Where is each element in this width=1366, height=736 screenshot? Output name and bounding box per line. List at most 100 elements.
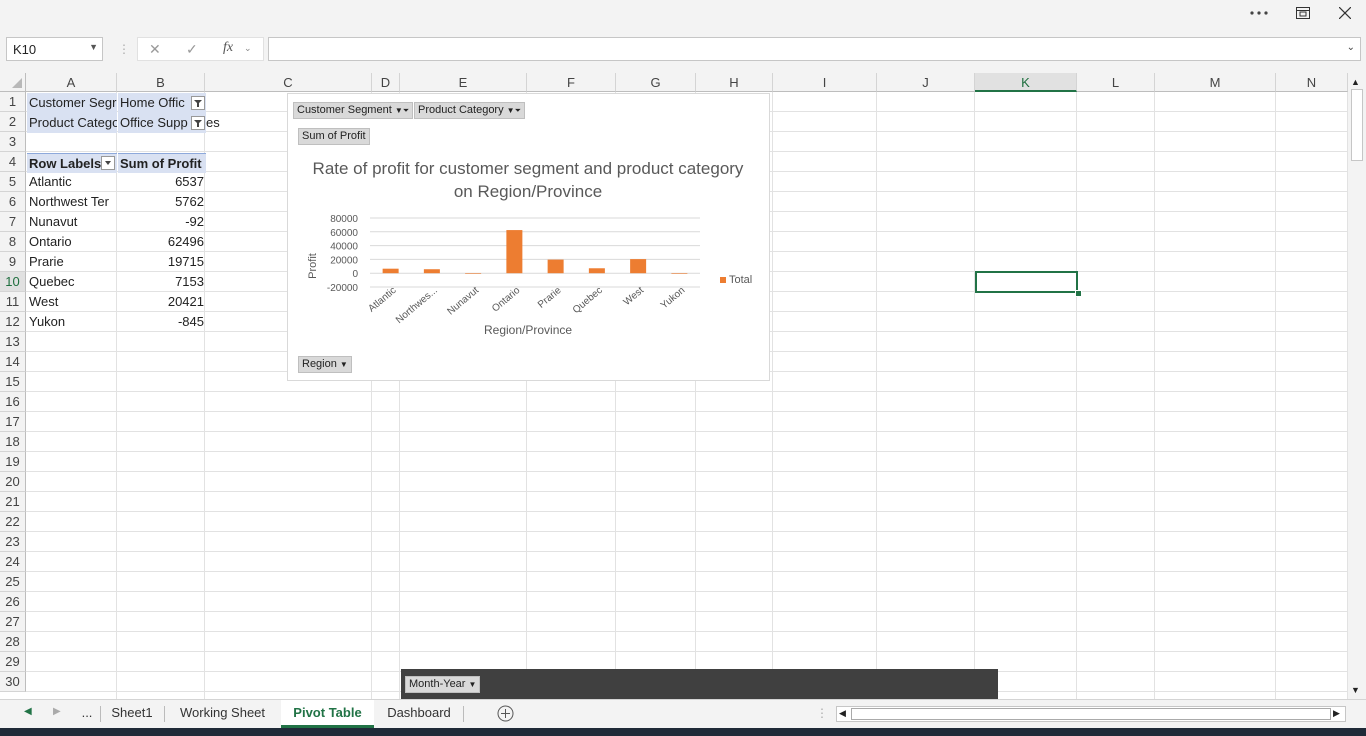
name-box[interactable]: K10 ▼ [6,37,103,61]
row-header-27[interactable]: 27 [0,612,26,632]
row-header-2[interactable]: 2 [0,112,26,132]
select-all-corner[interactable] [0,73,26,92]
row-header-8[interactable]: 8 [0,232,26,252]
row-header-16[interactable]: 16 [0,392,26,412]
row-header-29[interactable]: 29 [0,652,26,672]
row-header-14[interactable]: 14 [0,352,26,372]
restore-icon[interactable] [1283,0,1323,25]
scroll-down-icon[interactable]: ▼ [1351,685,1360,695]
column-header-m[interactable]: M [1155,73,1276,92]
chevron-down-icon[interactable]: ⌄ [244,43,252,54]
tab-sheet1[interactable]: Sheet1 [101,700,163,728]
column-header-b[interactable]: B [117,73,205,92]
scroll-up-icon[interactable]: ▲ [1351,77,1360,87]
column-header-j[interactable]: J [877,73,975,92]
filter-icon[interactable] [191,96,205,110]
add-sheet-icon[interactable] [497,705,514,727]
column-header-n[interactable]: N [1276,73,1348,92]
expand-formula-icon[interactable]: ⌄ [1347,42,1355,53]
enter-icon[interactable]: ✓ [186,41,198,58]
row-header-24[interactable]: 24 [0,552,26,572]
month-year-filter[interactable]: Month-Year ▼ [405,676,481,693]
filter-icon[interactable]: ▼⏷ [507,106,521,115]
row-header-20[interactable]: 20 [0,472,26,492]
column-header-f[interactable]: F [527,73,616,92]
pivot-row-value[interactable]: 7153 [118,272,206,292]
column-header-a[interactable]: A [26,73,117,92]
row-labels-dropdown-icon[interactable] [101,156,115,170]
column-header-e[interactable]: E [400,73,527,92]
row-header-15[interactable]: 15 [0,372,26,392]
pivot-row-label[interactable]: Ontario [27,232,117,252]
row-header-12[interactable]: 12 [0,312,26,332]
column-header-i[interactable]: I [773,73,877,92]
row-header-26[interactable]: 26 [0,592,26,612]
pivot-row-label[interactable]: Yukon [27,312,117,332]
row-header-18[interactable]: 18 [0,432,26,452]
tab-working-sheet[interactable]: Working Sheet [165,700,280,728]
pivot-chart[interactable]: Customer Segment ▼⏷ Product Category ▼⏷ … [287,93,770,381]
h-scroll-thumb[interactable] [851,708,1331,720]
row-header-19[interactable]: 19 [0,452,26,472]
pivot-row-label[interactable]: Atlantic [27,172,117,192]
formula-input[interactable]: ⌄ [268,37,1361,61]
column-header-c[interactable]: C [205,73,372,92]
column-header-l[interactable]: L [1077,73,1155,92]
pivot-row-label[interactable]: West [27,292,117,312]
pivot-row-value[interactable]: 62496 [118,232,206,252]
pivot-row-value[interactable]: -845 [118,312,206,332]
row-header-6[interactable]: 6 [0,192,26,212]
row-header-22[interactable]: 22 [0,512,26,532]
row-header-30[interactable]: 30 [0,672,26,692]
row-header-3[interactable]: 3 [0,132,26,152]
fill-handle[interactable] [1075,290,1082,297]
chart-filter-customer-segment[interactable]: Customer Segment ▼⏷ [293,102,414,119]
insert-function-icon[interactable]: fx [223,40,233,56]
pivot-row-value[interactable]: 5762 [118,192,206,212]
pivot-row-label[interactable]: Quebec [27,272,117,292]
tab-scroll-right-icon[interactable]: ▶ [53,706,61,717]
scroll-left-icon[interactable]: ◀ [839,708,846,719]
chart-filter-product-category[interactable]: Product Category ▼⏷ [414,102,525,119]
pivot-row-label[interactable]: Northwest Ter [27,192,117,212]
row-header-5[interactable]: 5 [0,172,26,192]
filter-icon[interactable]: ▼⏷ [395,106,409,115]
ellipsis-icon[interactable] [1239,0,1279,25]
chevron-down-icon[interactable]: ▼ [89,42,98,52]
pivot-row-label[interactable]: Nunavut [27,212,117,232]
horizontal-scrollbar[interactable]: ◀ ▶ [836,706,1346,722]
row-header-23[interactable]: 23 [0,532,26,552]
column-header-d[interactable]: D [372,73,400,92]
scroll-thumb[interactable] [1351,89,1363,161]
chart-axis-field-region[interactable]: Region ▼ [298,354,352,373]
close-icon[interactable] [1325,0,1365,25]
more-sheets-button[interactable]: ... [75,700,99,728]
row-header-25[interactable]: 25 [0,572,26,592]
row-header-7[interactable]: 7 [0,212,26,232]
pivot-row-value[interactable]: 20421 [118,292,206,312]
chart-value-field[interactable]: Sum of Profit [298,128,370,145]
pivot-row-value[interactable]: 19715 [118,252,206,272]
row-header-11[interactable]: 11 [0,292,26,312]
tab-dashboard[interactable]: Dashboard [375,700,463,728]
row-header-9[interactable]: 9 [0,252,26,272]
row-header-28[interactable]: 28 [0,632,26,652]
split-handle-icon[interactable]: ⋮ [816,706,828,720]
vertical-scrollbar[interactable]: ▲ ▼ [1348,73,1366,699]
row-header-1[interactable]: 1 [0,92,26,112]
drag-handle-icon[interactable]: ⋮ [118,42,130,56]
dropdown-icon[interactable]: ▼ [469,680,477,689]
scroll-right-icon[interactable]: ▶ [1333,708,1340,719]
row-header-13[interactable]: 13 [0,332,26,352]
active-cell[interactable] [975,271,1078,293]
tab-pivot-table[interactable]: Pivot Table [281,700,374,728]
pivot-row-label[interactable]: Prarie [27,252,117,272]
row-header-17[interactable]: 17 [0,412,26,432]
pivot-row-value[interactable]: 6537 [118,172,206,192]
column-header-g[interactable]: G [616,73,696,92]
row-header-10[interactable]: 10 [0,272,26,292]
filter-icon[interactable] [191,116,205,130]
column-header-k[interactable]: K [975,73,1077,92]
row-header-21[interactable]: 21 [0,492,26,512]
row-header-4[interactable]: 4 [0,152,26,172]
